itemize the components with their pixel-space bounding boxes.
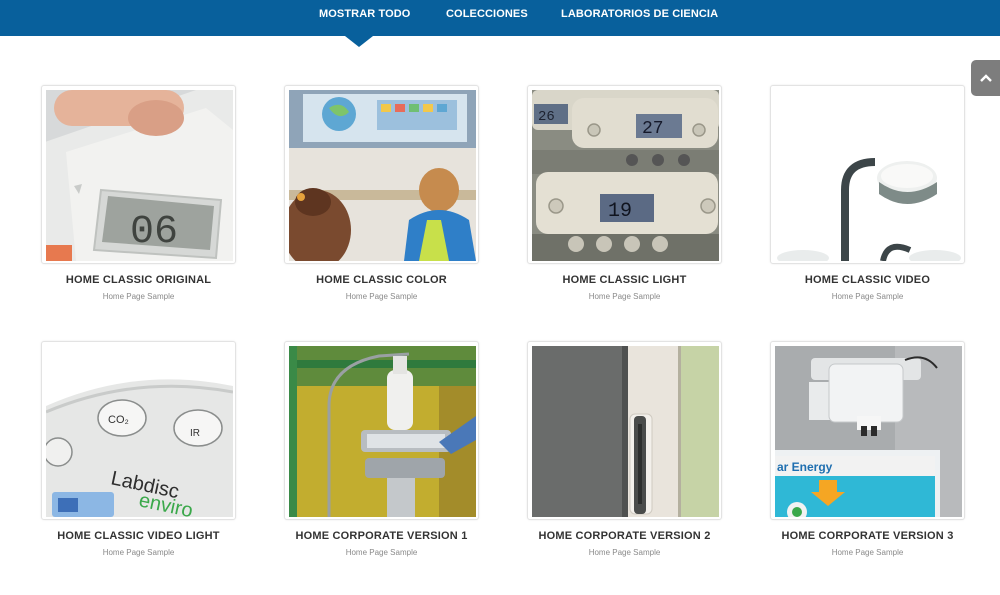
item-subtitle: Home Page Sample	[831, 548, 904, 557]
item-title[interactable]: HOME CLASSIC ORIGINAL	[21, 274, 256, 286]
ir-sensor-label: IR	[190, 428, 200, 439]
thumbnail-lab-sensor[interactable]	[284, 341, 479, 520]
item-subtitle: Home Page Sample	[345, 292, 418, 301]
item-title[interactable]: HOME CLASSIC VIDEO LIGHT	[21, 530, 256, 542]
active-tab-pointer	[345, 36, 373, 47]
tab-mostrar-todo[interactable]: MOSTRAR TODO	[319, 8, 410, 20]
item-title[interactable]: HOME CLASSIC LIGHT	[507, 274, 742, 286]
co2-sensor-label: CO₂	[108, 414, 129, 426]
item-title[interactable]: HOME CORPORATE VERSION 1	[264, 530, 499, 542]
scroll-top-button[interactable]	[971, 60, 1000, 96]
filter-tabs: MOSTRAR TODO COLECCIONES LABORATORIOS DE…	[0, 0, 1000, 36]
item-subtitle: Home Page Sample	[345, 548, 418, 557]
item-subtitle: Home Page Sample	[588, 292, 661, 301]
chevron-up-icon	[979, 74, 992, 82]
thumbnail-door-handle[interactable]	[527, 341, 722, 520]
thumbnail-labdisc[interactable]: CO₂ IR Labdisc enviro	[41, 341, 236, 520]
thumbnail-document-camera[interactable]	[770, 85, 965, 264]
item-title[interactable]: HOME CLASSIC VIDEO	[750, 274, 985, 286]
item-subtitle: Home Page Sample	[102, 292, 175, 301]
thumbnail-handheld-meter[interactable]: 06	[41, 85, 236, 264]
item-subtitle: Home Page Sample	[588, 548, 661, 557]
item-title[interactable]: HOME CLASSIC COLOR	[264, 274, 499, 286]
tab-colecciones[interactable]: COLECCIONES	[446, 8, 528, 20]
item-title[interactable]: HOME CORPORATE VERSION 3	[750, 530, 985, 542]
thumbnail-classroom[interactable]	[284, 85, 479, 264]
board-heading: ar Energy	[777, 460, 833, 474]
item-subtitle: Home Page Sample	[102, 548, 175, 557]
item-title[interactable]: HOME CORPORATE VERSION 2	[507, 530, 742, 542]
item-subtitle: Home Page Sample	[831, 292, 904, 301]
thumbnail-stacked-meters[interactable]: 26 27 19	[527, 85, 722, 264]
meter-readout: 06	[130, 210, 178, 255]
meter-readout-3: 19	[608, 200, 632, 223]
tab-laboratorios-de-ciencia[interactable]: LABORATORIOS DE CIENCIA	[561, 8, 718, 20]
meter-readout-2: 27	[642, 119, 664, 139]
meter-readout-1: 26	[538, 109, 555, 125]
thumbnail-wall-projector[interactable]: ar Energy	[770, 341, 965, 520]
